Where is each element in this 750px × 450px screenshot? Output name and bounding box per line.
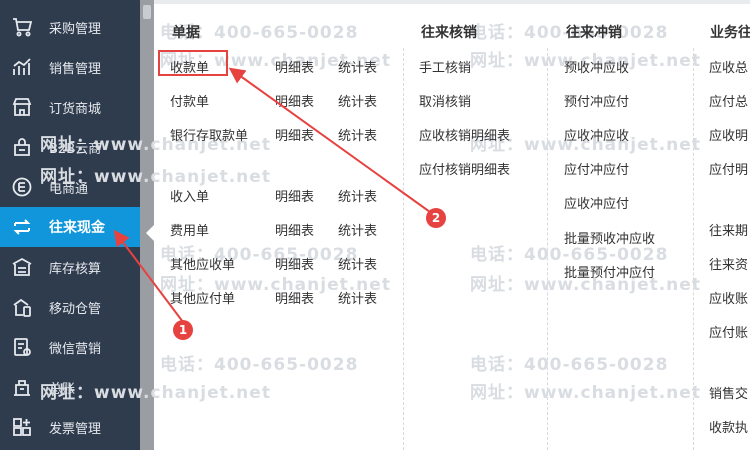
shopping-cart-icon <box>9 14 35 40</box>
offset-item-1[interactable]: 预收冲应收 <box>564 57 629 76</box>
column-divider <box>403 48 404 450</box>
wechat-marketing-icon <box>9 334 35 360</box>
offset-item-3[interactable]: 应收冲应收 <box>564 125 629 144</box>
sidebar-item-order-mall[interactable]: 订货商城 <box>0 87 140 127</box>
sidebar-item-label: 移动仓管 <box>49 301 102 317</box>
watermark-phone: 电话：400-665-0028 <box>470 355 669 375</box>
sidebar-item-wechat[interactable]: 微信营销 <box>0 327 140 367</box>
ledger-icon <box>9 374 35 400</box>
annotation-badge-1: 1 <box>173 320 193 340</box>
warehouse-icon <box>9 254 35 280</box>
business-item-2[interactable]: 应付总 <box>709 91 750 110</box>
cancel-writeoff-link[interactable]: 取消核销 <box>419 91 471 110</box>
other-receivable-detail-link[interactable]: 明细表 <box>275 254 314 273</box>
watermark-phone: 电话：400-665-0028 <box>160 355 359 375</box>
invoice-icon <box>9 414 35 440</box>
watermark-site: 网址：www.chanjet.net <box>40 167 271 187</box>
expense-stats-link[interactable]: 统计表 <box>338 220 377 239</box>
business-item-3[interactable]: 应收明 <box>709 125 750 144</box>
other-payable-link[interactable]: 其他应付单 <box>170 288 235 307</box>
bank-deposit-link[interactable]: 银行存取款单 <box>170 125 248 144</box>
other-receivable-stats-link[interactable]: 统计表 <box>338 254 377 273</box>
transfer-arrows-icon <box>9 214 35 240</box>
column-title-offset: 往来冲销 <box>566 25 622 41</box>
business-item-4[interactable]: 应付明 <box>709 159 750 178</box>
business-item-1[interactable]: 应收总 <box>709 57 750 76</box>
sidebar-item-label: 订货商城 <box>49 101 102 117</box>
watermark-site: 网址：www.chanjet.net <box>40 383 271 403</box>
manual-writeoff-link[interactable]: 手工核销 <box>419 57 471 76</box>
offset-item-5[interactable]: 应收冲应付 <box>564 193 629 212</box>
payable-writeoff-detail-link[interactable]: 应付核销明细表 <box>419 159 510 178</box>
column-title-documents: 单据 <box>172 25 200 41</box>
column-divider <box>693 48 694 450</box>
offset-item-7[interactable]: 批量预付冲应付 <box>564 262 655 281</box>
other-payable-stats-link[interactable]: 统计表 <box>338 288 377 307</box>
business-item-10[interactable]: 收款执 <box>709 417 750 436</box>
watermark-site: 网址：www.chanjet.net <box>470 383 701 403</box>
business-item-5[interactable]: 往来期 <box>709 220 750 239</box>
sidebar-item-label: 发票管理 <box>49 421 102 437</box>
business-item-7[interactable]: 应收账 <box>709 288 750 307</box>
payment-stats-link[interactable]: 统计表 <box>338 91 377 110</box>
sidebar-item-purchase[interactable]: 采购管理 <box>0 7 140 47</box>
receipt-highlight-box <box>158 50 228 76</box>
other-receivable-link[interactable]: 其他应收单 <box>170 254 235 273</box>
payment-detail-link[interactable]: 明细表 <box>275 91 314 110</box>
sidebar-item-cash-flow[interactable]: 往来现金 <box>0 207 140 247</box>
payment-voucher-link[interactable]: 付款单 <box>170 91 209 110</box>
sidebar-item-inventory[interactable]: 库存核算 <box>0 247 140 287</box>
income-voucher-link[interactable]: 收入单 <box>170 186 209 205</box>
business-item-6[interactable]: 往来资 <box>709 254 750 273</box>
cloud-shop-icon <box>9 134 35 160</box>
scrollbar-thumb[interactable] <box>143 5 151 19</box>
active-pointer <box>146 224 155 242</box>
other-payable-detail-link[interactable]: 明细表 <box>275 288 314 307</box>
annotation-badge-2: 2 <box>426 208 446 228</box>
sidebar-item-sales[interactable]: 销售管理 <box>0 47 140 87</box>
ecommerce-icon <box>9 174 35 200</box>
sidebar-item-invoice[interactable]: 发票管理 <box>0 407 140 447</box>
receipt-stats-link[interactable]: 统计表 <box>338 57 377 76</box>
sales-chart-icon <box>9 54 35 80</box>
bank-detail-link[interactable]: 明细表 <box>275 125 314 144</box>
store-icon <box>9 94 35 120</box>
sidebar-item-label: 采购管理 <box>49 21 102 37</box>
mobile-warehouse-icon <box>9 294 35 320</box>
expense-detail-link[interactable]: 明细表 <box>275 220 314 239</box>
income-detail-link[interactable]: 明细表 <box>275 186 314 205</box>
sidebar-item-label: 库存核算 <box>49 261 102 277</box>
sidebar-item-mobile-warehouse[interactable]: 移动仓管 <box>0 287 140 327</box>
offset-item-6[interactable]: 批量预收冲应收 <box>564 228 655 247</box>
business-item-8[interactable]: 应付账 <box>709 322 750 341</box>
sidebar-item-label: 往来现金 <box>49 220 105 236</box>
receivable-writeoff-detail-link[interactable]: 应收核销明细表 <box>419 125 510 144</box>
column-title-business: 业务往 <box>710 25 750 41</box>
offset-item-4[interactable]: 应付冲应付 <box>564 159 629 178</box>
business-item-9[interactable]: 销售交 <box>709 383 750 402</box>
bank-stats-link[interactable]: 统计表 <box>338 125 377 144</box>
sidebar-item-label: 微信营销 <box>49 341 102 357</box>
column-title-writeoff: 往来核销 <box>421 25 477 41</box>
offset-item-2[interactable]: 预付冲应付 <box>564 91 629 110</box>
expense-voucher-link[interactable]: 费用单 <box>170 220 209 239</box>
column-divider <box>547 48 548 450</box>
receipt-detail-link[interactable]: 明细表 <box>275 57 314 76</box>
sidebar-item-label: 销售管理 <box>49 61 102 77</box>
income-stats-link[interactable]: 统计表 <box>338 186 377 205</box>
